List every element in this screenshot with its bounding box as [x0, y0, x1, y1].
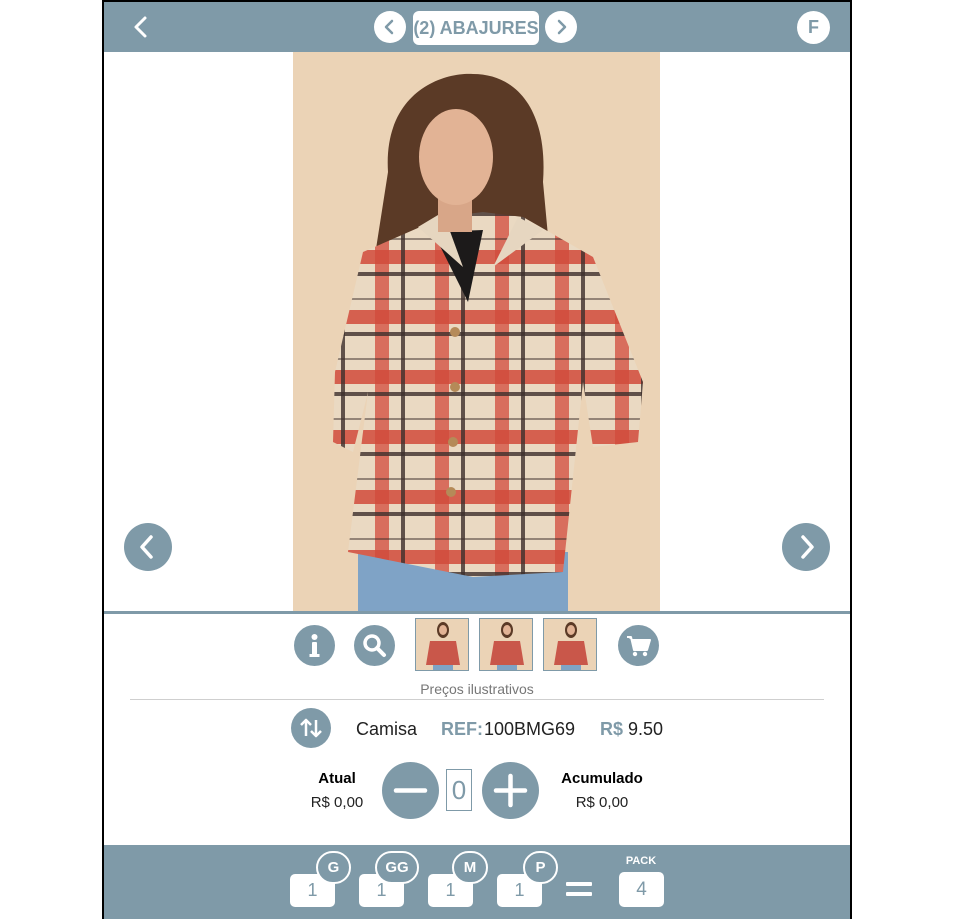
product-photo-image — [293, 52, 660, 612]
product-photo — [293, 52, 660, 612]
pack-label: PACK — [625, 855, 657, 867]
info-icon — [309, 634, 320, 657]
search-button[interactable] — [354, 625, 395, 666]
product-thumbnail-image — [480, 619, 532, 670]
chevron-left-icon — [384, 19, 394, 35]
quantity-input[interactable] — [446, 769, 472, 811]
thumbnail-1[interactable] — [415, 618, 469, 671]
chevron-right-icon — [801, 535, 814, 559]
category-title[interactable]: (2) ABAJURES — [413, 11, 539, 45]
size-label-gg: GG — [375, 851, 419, 884]
product-thumbnail-image — [416, 619, 468, 670]
current-total-value: R$ 0,00 — [310, 794, 364, 811]
current-total-label: Atual — [318, 770, 356, 787]
app-frame: (2) ABAJURES F Preços ilustrativos Camis… — [102, 0, 852, 919]
info-button[interactable] — [294, 625, 335, 666]
decrease-quantity-button[interactable] — [382, 762, 439, 819]
product-name: Camisa — [356, 719, 418, 739]
equals-icon — [566, 880, 592, 900]
price-currency-label: R$ — [600, 719, 624, 739]
accumulated-total-label: Acumulado — [561, 770, 643, 787]
cart-button[interactable] — [618, 625, 659, 666]
back-button[interactable] — [126, 12, 156, 42]
swap-icon — [300, 718, 322, 738]
photo-divider — [104, 611, 850, 614]
plus-icon — [493, 773, 528, 808]
user-avatar[interactable]: F — [797, 11, 830, 44]
price-value: 9.50 — [628, 719, 664, 739]
next-category-button[interactable] — [545, 11, 577, 43]
size-label-p: P — [523, 851, 558, 884]
thumbnail-3[interactable] — [543, 618, 597, 671]
product-thumbnail-image — [544, 619, 596, 670]
size-label-m: M — [452, 851, 488, 884]
minus-icon — [393, 788, 428, 793]
ref-label: REF: — [441, 719, 483, 739]
accumulated-total-value: R$ 0,00 — [575, 794, 629, 811]
top-bar: (2) ABAJURES F — [104, 2, 850, 52]
search-icon — [363, 634, 386, 657]
chevron-left-icon — [134, 16, 147, 38]
pack-total: 4 — [619, 872, 664, 907]
chevron-right-icon — [557, 19, 567, 35]
size-label-g: G — [316, 851, 351, 884]
increase-quantity-button[interactable] — [482, 762, 539, 819]
prev-category-button[interactable] — [374, 11, 406, 43]
prev-image-button[interactable] — [124, 523, 172, 571]
chevron-left-icon — [140, 535, 153, 559]
section-divider — [130, 699, 824, 700]
illustrative-prices-note: Preços ilustrativos — [420, 681, 534, 697]
swap-button[interactable] — [291, 708, 331, 748]
next-image-button[interactable] — [782, 523, 830, 571]
thumbnail-2[interactable] — [479, 618, 533, 671]
cart-icon — [627, 636, 651, 657]
ref-value: 100BMG69 — [484, 719, 576, 739]
